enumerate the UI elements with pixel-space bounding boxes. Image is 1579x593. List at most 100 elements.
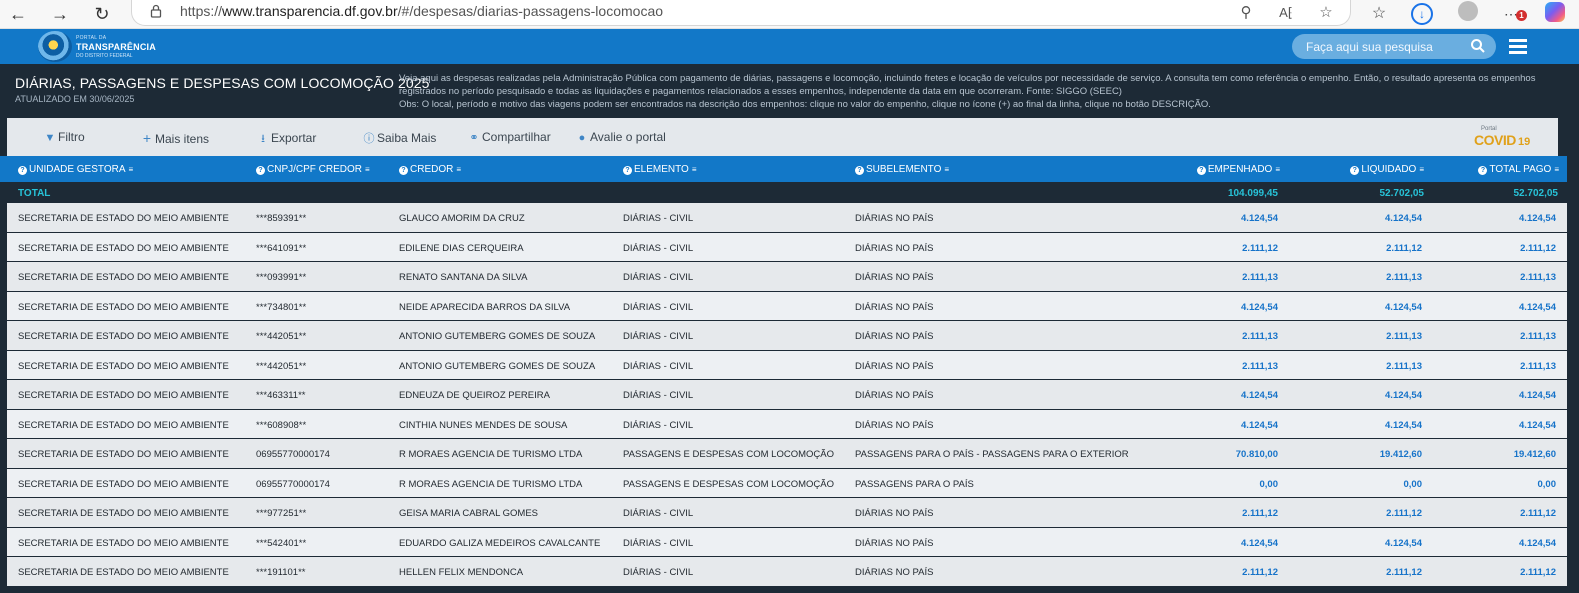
table-row[interactable]: SECRETARIA DE ESTADO DO MEIO AMBIENTE ***… (7, 262, 1567, 292)
share-button[interactable]: ⚭ Compartilhar (468, 130, 550, 144)
header-total-pago[interactable]: ? TOTAL PAGO ≡ (1478, 164, 1559, 175)
forward-icon[interactable]: → (48, 2, 72, 26)
table-row[interactable]: SECRETARIA DE ESTADO DO MEIO AMBIENTE ***… (7, 380, 1567, 410)
more-items-button[interactable]: + Mais itens (141, 130, 209, 146)
reload-icon[interactable]: ↻ (90, 2, 114, 26)
covid-portal-logo[interactable]: Portal COVID 19 (1474, 126, 1534, 148)
help-icon[interactable]: ? (855, 166, 864, 175)
table-row[interactable]: SECRETARIA DE ESTADO DO MEIO AMBIENTE ***… (7, 203, 1567, 233)
filter-button[interactable]: ▼ Filtro (44, 130, 85, 144)
sort-icon[interactable]: ≡ (1275, 165, 1280, 174)
address-bar[interactable]: https://www.transparencia.df.gov.br/#/de… (131, 0, 1351, 26)
header-liquidado[interactable]: ? LIQUIDADO ≡ (1350, 164, 1424, 175)
cell-liquidado[interactable]: 2.111,13 (1386, 272, 1422, 283)
table-row[interactable]: SECRETARIA DE ESTADO DO MEIO AMBIENTE ***… (7, 350, 1567, 380)
cell-liquidado[interactable]: 4.124,54 (1385, 420, 1422, 431)
url-text[interactable]: https://www.transparencia.df.gov.br/#/de… (180, 3, 663, 19)
cell-liquidado[interactable]: 2.111,12 (1386, 508, 1422, 519)
zoom-icon[interactable]: ⚲ (1236, 3, 1256, 23)
header-unidade-gestora[interactable]: ? UNIDADE GESTORA ≡ (18, 164, 133, 175)
cell-total-pago[interactable]: 2.111,12 (1520, 567, 1556, 578)
cell-empenhado[interactable]: 2.111,12 (1242, 243, 1278, 254)
header-empenhado[interactable]: ? EMPENHADO ≡ (1196, 164, 1280, 175)
cell-empenhado[interactable]: 2.111,12 (1242, 567, 1278, 578)
favorites-icon[interactable]: ☆ (1368, 3, 1390, 25)
cell-total-pago[interactable]: 4.124,54 (1519, 420, 1556, 431)
cell-liquidado[interactable]: 4.124,54 (1385, 538, 1422, 549)
cell-empenhado[interactable]: 4.124,54 (1241, 538, 1278, 549)
table-row[interactable]: SECRETARIA DE ESTADO DO MEIO AMBIENTE ***… (7, 409, 1567, 439)
cell-empenhado[interactable]: 2.111,13 (1242, 272, 1278, 283)
help-icon[interactable]: ? (18, 166, 27, 175)
portal-logo[interactable]: PORTAL DA TRANSPARÊNCIA DO DISTRITO FEDE… (38, 31, 158, 62)
cell-total-pago[interactable]: 2.111,13 (1520, 361, 1556, 372)
export-button[interactable]: ⭳ Exportar (257, 130, 316, 149)
header-elemento[interactable]: ? ELEMENTO ≡ (623, 164, 697, 175)
sort-icon[interactable]: ≡ (129, 165, 134, 174)
help-icon[interactable]: ? (399, 166, 408, 175)
menu-icon[interactable] (1509, 39, 1527, 54)
cell-total-pago[interactable]: 2.111,12 (1520, 508, 1556, 519)
cell-total-pago[interactable]: 4.124,54 (1519, 213, 1556, 224)
cell-liquidado[interactable]: 2.111,13 (1386, 331, 1422, 342)
cell-total-pago[interactable]: 0,00 (1538, 479, 1557, 490)
table-row[interactable]: SECRETARIA DE ESTADO DO MEIO AMBIENTE ***… (7, 498, 1567, 528)
table-row[interactable]: SECRETARIA DE ESTADO DO MEIO AMBIENTE 069… (7, 468, 1567, 498)
lock-icon[interactable] (150, 4, 162, 18)
cell-empenhado[interactable]: 70.810,00 (1236, 449, 1278, 460)
cell-total-pago[interactable]: 4.124,54 (1519, 538, 1556, 549)
sort-icon[interactable]: ≡ (1554, 165, 1559, 174)
cell-liquidado[interactable]: 2.111,12 (1386, 243, 1422, 254)
sort-icon[interactable]: ≡ (944, 165, 949, 174)
table-row[interactable]: SECRETARIA DE ESTADO DO MEIO AMBIENTE 069… (7, 439, 1567, 469)
help-icon[interactable]: ? (623, 166, 632, 175)
learn-more-button[interactable]: ⓘ Saiba Mais (363, 130, 437, 146)
header-subelemento[interactable]: ? SUBELEMENTO ≡ (855, 164, 949, 175)
cell-empenhado[interactable]: 4.124,54 (1241, 390, 1278, 401)
read-aloud-icon[interactable]: A⁅ (1276, 3, 1296, 23)
cell-empenhado[interactable]: 2.111,12 (1242, 508, 1278, 519)
help-icon[interactable]: ? (1196, 166, 1206, 175)
header-credor[interactable]: ? CREDOR ≡ (399, 164, 461, 175)
site-search[interactable] (1292, 34, 1496, 59)
cell-liquidado[interactable]: 4.124,54 (1385, 390, 1422, 401)
table-row[interactable]: SECRETARIA DE ESTADO DO MEIO AMBIENTE ***… (7, 291, 1567, 321)
sort-icon[interactable]: ≡ (692, 165, 697, 174)
help-icon[interactable]: ? (1478, 166, 1488, 175)
cell-total-pago[interactable]: 19.412,60 (1514, 449, 1556, 460)
cell-liquidado[interactable]: 19.412,60 (1380, 449, 1422, 460)
cell-empenhado[interactable]: 4.124,54 (1241, 420, 1278, 431)
download-icon[interactable]: ↓ (1411, 3, 1433, 25)
table-row[interactable]: SECRETARIA DE ESTADO DO MEIO AMBIENTE ***… (7, 557, 1567, 587)
sort-icon[interactable]: ≡ (1419, 165, 1424, 174)
help-icon[interactable]: ? (1350, 166, 1360, 175)
search-input[interactable] (1306, 38, 1466, 55)
cell-total-pago[interactable]: 2.111,12 (1520, 243, 1556, 254)
table-row[interactable]: SECRETARIA DE ESTADO DO MEIO AMBIENTE ***… (7, 321, 1567, 351)
profile-avatar[interactable] (1458, 1, 1478, 21)
help-icon[interactable]: ? (256, 166, 265, 175)
cell-empenhado[interactable]: 4.124,54 (1241, 302, 1278, 313)
cell-empenhado[interactable]: 2.111,13 (1242, 331, 1278, 342)
cell-liquidado[interactable]: 2.111,13 (1386, 361, 1422, 372)
sort-icon[interactable]: ≡ (456, 165, 461, 174)
cell-total-pago[interactable]: 4.124,54 (1519, 390, 1556, 401)
cell-liquidado[interactable]: 2.111,12 (1386, 567, 1422, 578)
cell-liquidado[interactable]: 0,00 (1404, 479, 1423, 490)
cell-liquidado[interactable]: 4.124,54 (1385, 213, 1422, 224)
cell-total-pago[interactable]: 4.124,54 (1519, 302, 1556, 313)
table-row[interactable]: SECRETARIA DE ESTADO DO MEIO AMBIENTE ***… (7, 527, 1567, 557)
back-icon[interactable]: ← (6, 2, 30, 26)
rate-portal-button[interactable]: ● Avalie o portal (576, 130, 666, 144)
copilot-icon[interactable] (1545, 2, 1565, 22)
cell-liquidado[interactable]: 4.124,54 (1385, 302, 1422, 313)
favorite-star-icon[interactable]: ☆ (1316, 3, 1336, 23)
cell-empenhado[interactable]: 4.124,54 (1241, 213, 1278, 224)
cell-total-pago[interactable]: 2.111,13 (1520, 272, 1556, 283)
cell-total-pago[interactable]: 2.111,13 (1520, 331, 1556, 342)
search-icon[interactable] (1470, 38, 1486, 54)
cell-empenhado[interactable]: 0,00 (1260, 479, 1279, 490)
table-row[interactable]: SECRETARIA DE ESTADO DO MEIO AMBIENTE ***… (7, 232, 1567, 262)
cell-empenhado[interactable]: 2.111,13 (1242, 361, 1278, 372)
sort-icon[interactable]: ≡ (365, 165, 370, 174)
